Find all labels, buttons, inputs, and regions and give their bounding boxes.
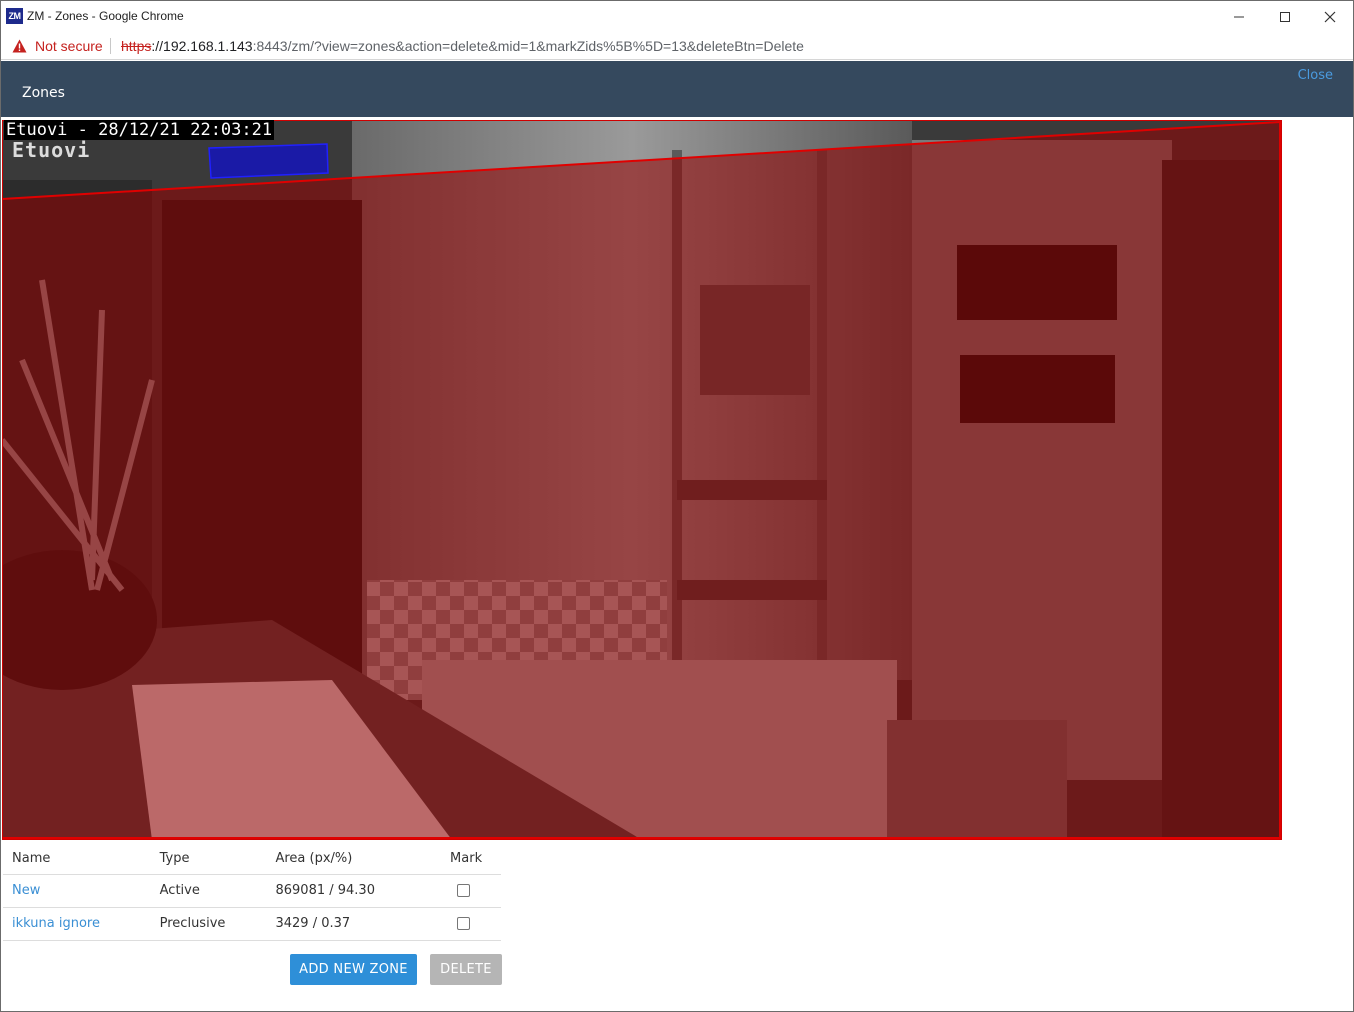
page-header: Zones Close [1, 61, 1353, 117]
camera-scene [2, 120, 1282, 840]
url-host: ://192.168.1.143 [151, 38, 253, 54]
camera-name-overlay: Etuovi [12, 138, 91, 162]
address-separator [110, 38, 111, 54]
security-label[interactable]: Not secure [35, 38, 103, 54]
close-icon [1324, 11, 1336, 22]
zone-type-cell: Preclusive [150, 907, 267, 941]
maximize-button[interactable] [1262, 1, 1308, 32]
col-name-header: Name [3, 844, 151, 875]
mark-checkbox-ikkuna-ignore[interactable] [457, 917, 471, 930]
url-path: :8443/zm/?view=zones&action=delete&mid=1… [252, 38, 804, 54]
title-bar: ZM ZM - Zones - Google Chrome [1, 1, 1353, 32]
delete-button[interactable]: DELETE [430, 954, 502, 985]
zone-area-cell: 869081 / 94.30 [266, 874, 442, 908]
zone-ikkuna-ignore-polygon[interactable] [208, 143, 329, 179]
col-mark-header: Mark [441, 844, 501, 875]
warning-icon [12, 39, 27, 53]
maximize-icon [1280, 11, 1290, 22]
address-bar[interactable]: Not secure https://192.168.1.143:8443/zm… [1, 32, 1353, 60]
col-area-header: Area (px/%) [266, 844, 442, 875]
zone-new-polygon[interactable] [2, 120, 1281, 839]
mark-checkbox-new[interactable] [457, 884, 471, 897]
zones-table: Name Type Area (px/%) Mark New Active 86… [3, 844, 501, 941]
camera-image: Etuovi Etuovi - 28/12/21 22:03:21 [2, 120, 1282, 840]
browser-window: ZM ZM - Zones - Google Chrome Not secure… [0, 0, 1354, 1012]
zone-name-cell: New [3, 874, 151, 908]
close-link[interactable]: Close [1298, 68, 1333, 83]
zone-type-cell: Active [150, 874, 267, 908]
window-close-button[interactable] [1307, 1, 1353, 32]
url-scheme: https [121, 38, 152, 54]
add-new-zone-button[interactable]: ADD NEW ZONE [290, 954, 417, 985]
timestamp-overlay: Etuovi - 28/12/21 22:03:21 [4, 120, 275, 140]
table-row: New Active 869081 / 94.30 [3, 874, 501, 908]
table-row: ikkuna ignore Preclusive 3429 / 0.37 [3, 907, 501, 941]
zone-link-ikkuna-ignore[interactable]: ikkuna ignore [12, 916, 100, 931]
zone-name-cell: ikkuna ignore [3, 907, 151, 941]
table-header-row: Name Type Area (px/%) Mark [3, 844, 501, 875]
page-title: Zones [22, 85, 65, 101]
zone-area-cell: 3429 / 0.37 [266, 907, 442, 941]
col-type-header: Type [150, 844, 267, 875]
zone-mark-cell [441, 907, 501, 941]
window-title: ZM - Zones - Google Chrome [27, 9, 184, 23]
zm-app-icon: ZM [6, 8, 23, 24]
zone-link-new[interactable]: New [12, 883, 40, 898]
url-text[interactable]: https://192.168.1.143:8443/zm/?view=zone… [121, 38, 804, 54]
minimize-icon [1234, 16, 1244, 17]
zone-mark-cell [441, 874, 501, 908]
minimize-button[interactable] [1216, 1, 1262, 32]
